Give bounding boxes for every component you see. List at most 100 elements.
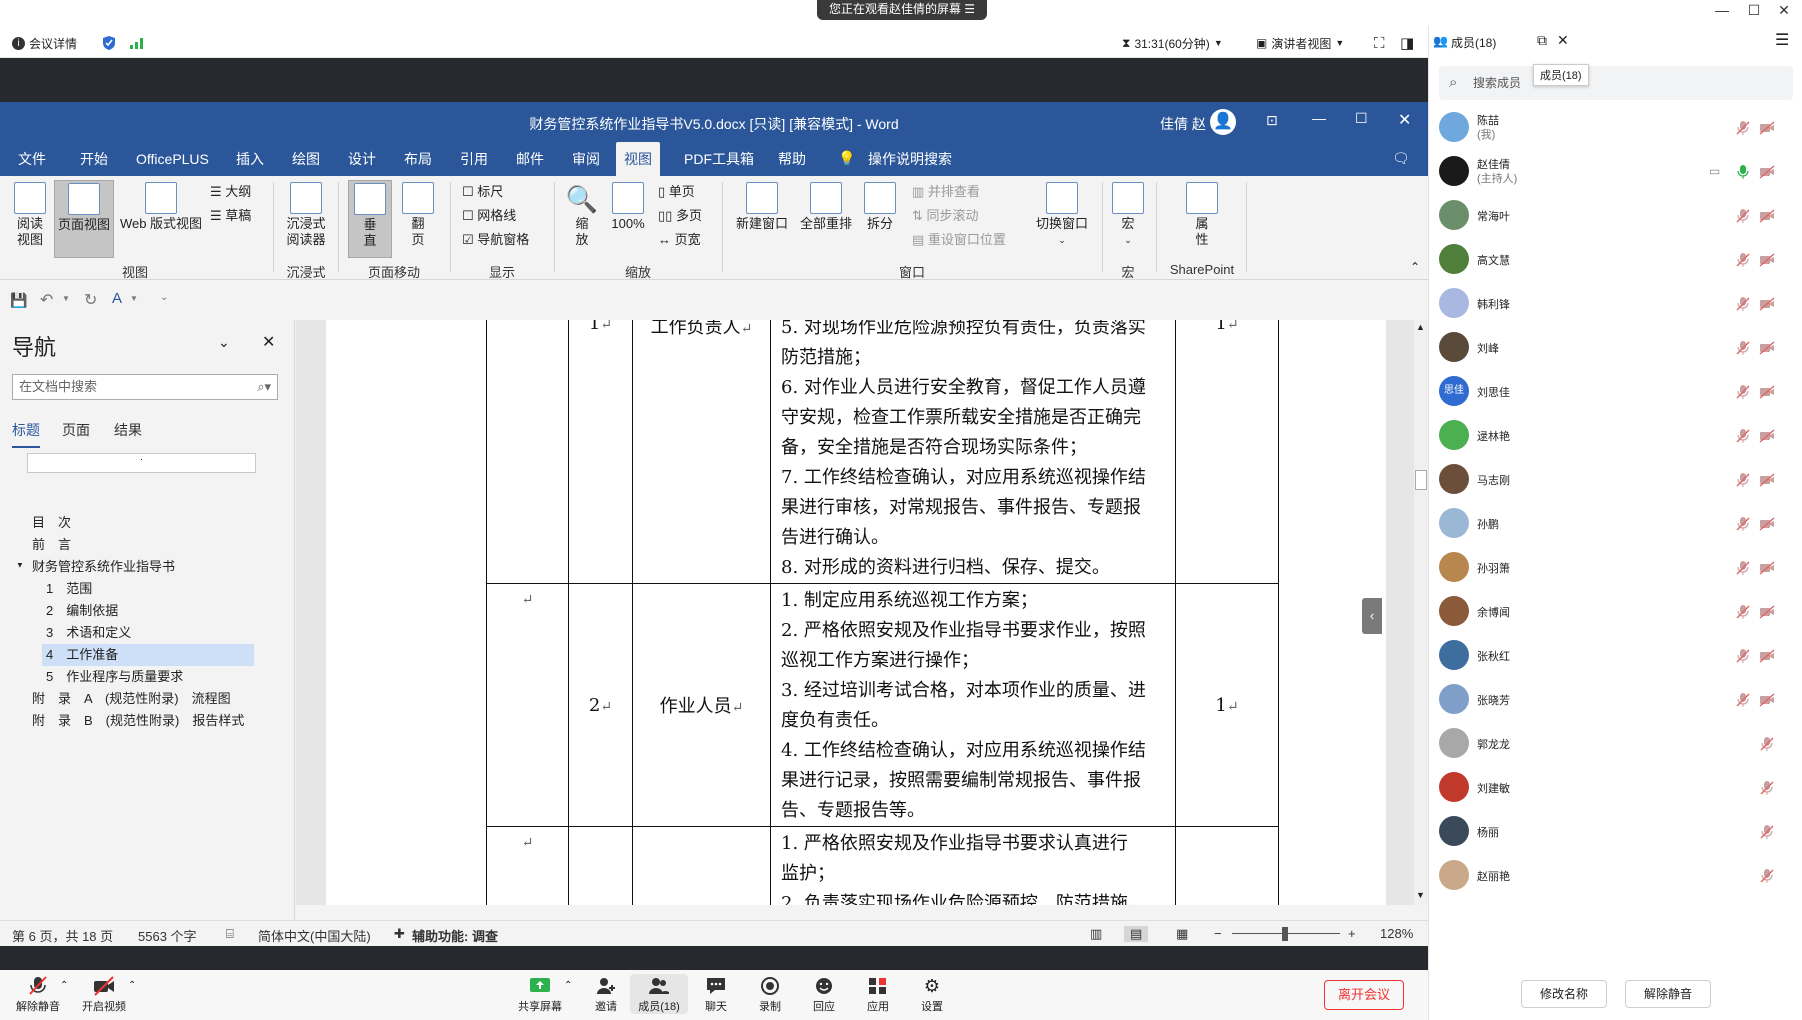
member-row[interactable]: 孙鹏 bbox=[1429, 502, 1802, 546]
member-row[interactable]: 孙羽箫 bbox=[1429, 546, 1802, 590]
meeting-info-button[interactable]: i 会议详情 bbox=[12, 34, 77, 52]
accessibility-status[interactable]: 辅助功能: 调查 bbox=[412, 926, 498, 945]
mic-muted-icon[interactable] bbox=[1735, 516, 1751, 532]
word-maximize-icon[interactable]: ☐ bbox=[1355, 110, 1368, 127]
tab-officeplus[interactable]: OfficePLUS bbox=[128, 142, 217, 176]
print-layout-button[interactable]: 页面视图 bbox=[54, 180, 114, 258]
camera-off-icon[interactable] bbox=[1759, 648, 1775, 664]
member-row[interactable]: 马志刚 bbox=[1429, 458, 1802, 502]
camera-off-icon[interactable] bbox=[1759, 472, 1775, 488]
side-to-side-button[interactable]: 翻 页 bbox=[396, 182, 440, 248]
count-cell[interactable]: 1↵ bbox=[1175, 320, 1279, 584]
chevron-up-icon[interactable]: ⌃ bbox=[564, 980, 572, 991]
member-row[interactable]: 韩利锋 bbox=[1429, 282, 1802, 326]
mic-muted-icon[interactable] bbox=[1735, 208, 1751, 224]
tab-references[interactable]: 引用 bbox=[452, 142, 496, 176]
camera-off-icon[interactable] bbox=[1759, 208, 1775, 224]
member-row[interactable]: 陈喆 (我) bbox=[1429, 106, 1802, 150]
scroll-up-icon[interactable]: ▲ bbox=[1416, 322, 1425, 332]
member-row[interactable]: 郭龙龙 bbox=[1429, 722, 1802, 766]
member-search-input[interactable]: ⌕ 搜索成员 bbox=[1439, 66, 1793, 100]
tab-mailings[interactable]: 邮件 bbox=[508, 142, 552, 176]
duties-cell[interactable]: 1. 制定应用系统巡视工作方案； 2. 严格依照安规及作业指导书要求作业，按照 巡视… bbox=[770, 583, 1176, 827]
start-video-button[interactable]: 开启视频 bbox=[78, 974, 130, 1014]
menu-icon[interactable]: ☰ bbox=[1775, 30, 1789, 50]
ribbon-display-icon[interactable]: ⊡ bbox=[1266, 112, 1278, 129]
camera-off-icon[interactable] bbox=[1759, 296, 1775, 312]
member-row[interactable]: 赵佳倩 (主持人) ▭ bbox=[1429, 150, 1802, 194]
blank-cell[interactable]: ↵ bbox=[486, 826, 569, 905]
text-style-icon[interactable]: A bbox=[112, 290, 122, 307]
mic-muted-icon[interactable] bbox=[1735, 560, 1751, 576]
switch-window-button[interactable]: 切换窗口 ⌄ bbox=[1030, 182, 1094, 248]
fullscreen-icon[interactable]: ⛶ bbox=[1374, 34, 1385, 52]
close-icon[interactable]: ✕ bbox=[1772, 2, 1796, 19]
camera-off-icon[interactable] bbox=[1759, 120, 1775, 136]
member-row[interactable]: 余博闻 bbox=[1429, 590, 1802, 634]
word-close-icon[interactable]: ✕ bbox=[1398, 110, 1411, 130]
mic-muted-icon[interactable] bbox=[1735, 120, 1751, 136]
vertical-scrollbar[interactable]: ▲ ▼ bbox=[1414, 320, 1428, 905]
vertical-button[interactable]: 垂 直 bbox=[348, 180, 392, 258]
camera-off-icon[interactable] bbox=[1759, 692, 1775, 708]
page-width-button[interactable]: ↔ 页宽 bbox=[658, 232, 701, 248]
tab-view[interactable]: 视图 bbox=[616, 142, 660, 176]
member-row[interactable]: 思佳 刘思佳 bbox=[1429, 370, 1802, 414]
chat-button[interactable]: 聊天 bbox=[690, 974, 742, 1014]
chevron-down-icon[interactable]: ▼ bbox=[130, 294, 138, 303]
sidebar-toggle-icon[interactable]: ◨ bbox=[1400, 34, 1414, 52]
nav-tab-pages[interactable]: 页面 bbox=[62, 420, 90, 440]
scroll-thumb[interactable] bbox=[1415, 470, 1427, 490]
customize-qat-icon[interactable]: ⌄ bbox=[160, 292, 168, 303]
mic-muted-icon[interactable] bbox=[1735, 428, 1751, 444]
camera-off-icon[interactable] bbox=[1759, 164, 1775, 180]
read-mode-status-icon[interactable]: ▥ bbox=[1090, 926, 1102, 942]
minimize-icon[interactable]: — bbox=[1710, 2, 1734, 18]
zoom-out-icon[interactable]: − bbox=[1214, 926, 1222, 941]
immersive-reader-button[interactable]: 沉浸式 阅读器 bbox=[278, 182, 334, 248]
mic-muted-icon[interactable] bbox=[1759, 736, 1775, 752]
arrange-all-button[interactable]: 全部重排 bbox=[794, 182, 858, 232]
mic-muted-icon[interactable] bbox=[1735, 648, 1751, 664]
nav-heading-item[interactable]: 5 作业程序与质量要求 bbox=[46, 666, 183, 688]
page-count[interactable]: 第 6 页，共 18 页 bbox=[12, 926, 113, 945]
member-row[interactable]: 张秋红 bbox=[1429, 634, 1802, 678]
split-button[interactable]: 拆分 bbox=[858, 182, 902, 232]
camera-off-icon[interactable] bbox=[1759, 604, 1775, 620]
chevron-up-icon[interactable]: ⌃ bbox=[60, 980, 68, 991]
tab-help[interactable]: 帮助 bbox=[770, 142, 814, 176]
member-row[interactable]: 杨丽 bbox=[1429, 810, 1802, 854]
ruler-checkbox[interactable]: ☐ 标尺 bbox=[462, 184, 503, 200]
user-name[interactable]: 佳倩 赵 bbox=[1160, 114, 1206, 134]
mic-muted-icon[interactable] bbox=[1735, 340, 1751, 356]
seq-cell[interactable]: 1↵ bbox=[568, 320, 633, 584]
chevron-down-icon[interactable]: ▼ bbox=[62, 294, 70, 303]
camera-off-icon[interactable] bbox=[1759, 560, 1775, 576]
member-row[interactable]: 刘峰 bbox=[1429, 326, 1802, 370]
rename-button[interactable]: 修改名称 bbox=[1521, 980, 1607, 1008]
reactions-button[interactable]: 回应 bbox=[798, 974, 850, 1014]
mic-muted-icon[interactable] bbox=[1735, 692, 1751, 708]
tab-layout[interactable]: 布局 bbox=[396, 142, 440, 176]
mic-icon[interactable] bbox=[1735, 164, 1751, 180]
nav-heading-item[interactable]: 财务管控系统作业指导书 bbox=[32, 556, 175, 578]
nav-heading-item[interactable]: 1 范围 bbox=[46, 578, 92, 600]
role-cell[interactable]: 作业人员↵ bbox=[632, 583, 771, 827]
web-layout-button[interactable]: Web 版式视图 bbox=[116, 182, 206, 232]
camera-off-icon[interactable] bbox=[1759, 384, 1775, 400]
camera-off-icon[interactable] bbox=[1759, 340, 1775, 356]
meeting-timer[interactable]: ⧗ 31:31(60分钟) ▼ bbox=[1122, 34, 1223, 52]
comments-icon[interactable]: 🗨 bbox=[1392, 150, 1410, 167]
print-layout-status-icon[interactable]: ▤ bbox=[1124, 926, 1149, 942]
nav-heading-item[interactable]: 3 术语和定义 bbox=[46, 622, 131, 644]
blank-cell[interactable]: ↵ bbox=[486, 583, 569, 827]
properties-button[interactable]: 属 性 bbox=[1182, 182, 1222, 248]
mic-muted-icon[interactable] bbox=[1735, 384, 1751, 400]
language[interactable]: 简体中文(中国大陆) bbox=[258, 926, 371, 945]
invite-button[interactable]: 邀请 bbox=[580, 974, 632, 1014]
nav-close-icon[interactable]: ✕ bbox=[262, 332, 275, 352]
mic-muted-icon[interactable] bbox=[1759, 824, 1775, 840]
gridlines-checkbox[interactable]: ☐ 网格线 bbox=[462, 208, 516, 224]
search-icon[interactable]: ⌕▾ bbox=[257, 375, 271, 399]
tab-pdf-tools[interactable]: PDF工具箱 bbox=[676, 142, 762, 176]
